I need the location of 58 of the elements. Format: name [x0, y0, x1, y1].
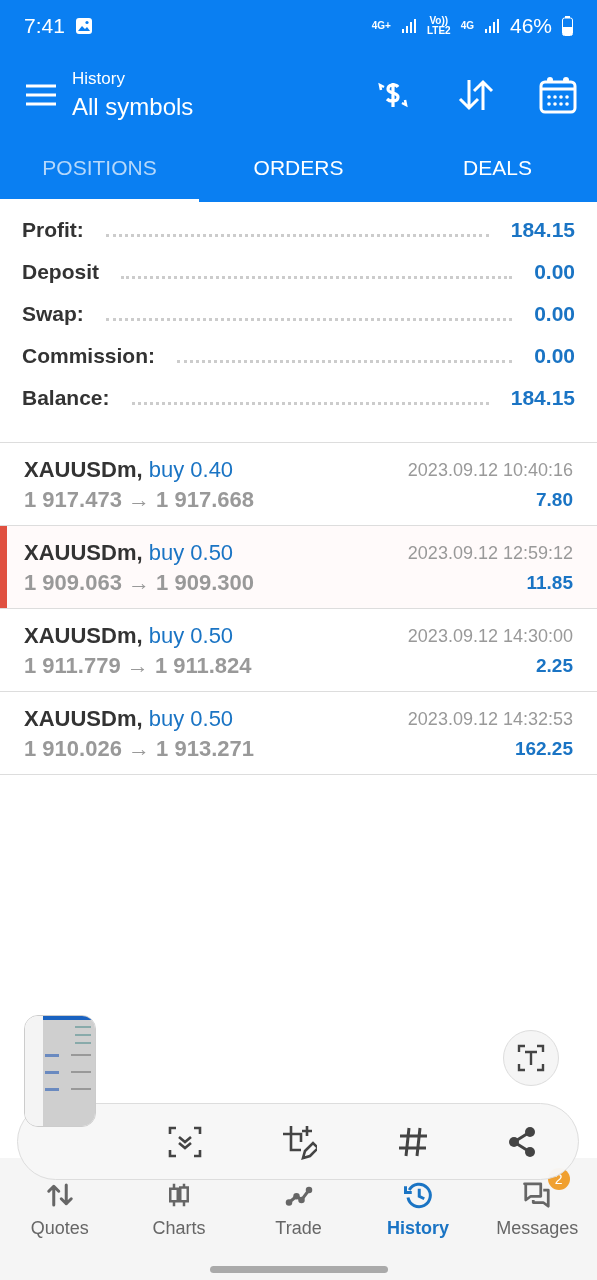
trade-profit: 7.80	[536, 488, 573, 511]
trade-symbol: XAUUSDm,	[24, 706, 143, 731]
history-icon	[402, 1180, 433, 1210]
trade-symbol: XAUUSDm,	[24, 540, 143, 565]
trade-prices: 1 911.779 → 1 911.824	[24, 653, 252, 679]
text-extract-button[interactable]	[503, 1030, 559, 1086]
trade-prices: 1 917.473 → 1 917.668	[24, 487, 254, 513]
screen-title: All symbols	[72, 92, 194, 121]
crop-edit-icon[interactable]	[281, 1123, 318, 1160]
network-label: LTE2	[426, 26, 451, 36]
trade-side: buy 0.50	[148, 540, 234, 565]
scroll-capture-icon[interactable]	[167, 1124, 202, 1159]
trade-side: buy 0.50	[148, 706, 234, 731]
trade-profit: 162.25	[514, 737, 573, 760]
nav-item[interactable]: Charts	[119, 1180, 239, 1280]
menu-button[interactable]	[26, 83, 56, 106]
text-scan-icon	[517, 1044, 545, 1072]
network-label: 4G+	[371, 21, 391, 31]
calendar-icon[interactable]	[539, 75, 577, 114]
nav-item[interactable]: Trade	[238, 1180, 359, 1280]
tab[interactable]: ORDERS	[199, 137, 398, 202]
trade-symbol: XAUUSDm,	[24, 457, 143, 482]
trade-prices: 1 909.063 → 1 909.300	[24, 570, 254, 596]
summary-value: 0.00	[534, 344, 575, 368]
summary-value: 0.00	[534, 302, 575, 326]
battery-icon	[562, 16, 573, 36]
image-icon	[74, 17, 93, 35]
summary-label: Commission:	[22, 344, 155, 368]
trade-time: 2023.09.12 14:32:53	[407, 708, 573, 730]
network-label: 4G	[460, 21, 474, 31]
trade-profit: 11.85	[526, 571, 573, 594]
signal-icon	[483, 18, 500, 34]
trade-time: 2023.09.12 14:30:00	[407, 625, 573, 647]
trade-side: buy 0.50	[148, 623, 234, 648]
hashtag-icon[interactable]	[396, 1125, 429, 1158]
network-label: Vo))	[429, 16, 449, 26]
summary-value: 0.00	[534, 260, 575, 284]
summary-label: Deposit	[22, 260, 99, 284]
nav-item[interactable]: Quotes	[0, 1180, 120, 1280]
trade-symbol: XAUUSDm,	[24, 623, 143, 648]
chat-icon	[522, 1180, 553, 1210]
status-time: 7:41	[24, 14, 65, 38]
trade-row[interactable]: XAUUSDm, buy 0.50 1 909.063 → 1 909.300 2023.09.12 12:59:12 11.85	[0, 526, 597, 609]
summary-value: 184.15	[510, 218, 575, 242]
trade-prices: 1 910.026 → 1 913.271	[24, 736, 254, 762]
signal-icon	[400, 18, 417, 34]
summary-label: Profit:	[22, 218, 84, 242]
trade-side: buy 0.40	[148, 457, 234, 482]
tab[interactable]: DEALS	[398, 137, 597, 202]
summary-label: Swap:	[22, 302, 84, 326]
screen-subtitle: History	[72, 68, 126, 89]
summary-label: Balance:	[22, 386, 110, 410]
nav-item[interactable]: History	[358, 1180, 478, 1280]
trade-profit: 2.25	[536, 654, 573, 677]
battery-level: 46%	[509, 14, 552, 38]
trade-time: 2023.09.12 10:40:16	[407, 459, 573, 481]
trade-time: 2023.09.12 12:59:12	[407, 542, 573, 564]
summary-value: 184.15	[510, 386, 575, 410]
